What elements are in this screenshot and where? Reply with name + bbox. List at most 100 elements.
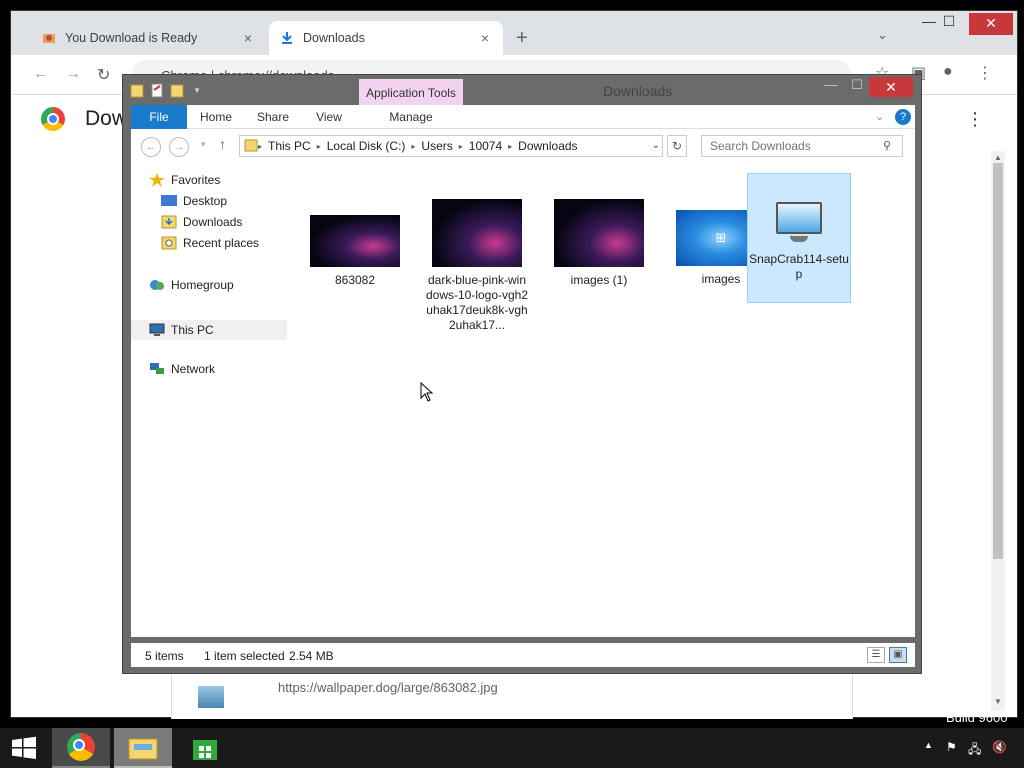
download-url[interactable]: https://wallpaper.dog/large/863082.jpg xyxy=(278,680,498,695)
tab-title: Downloads xyxy=(303,31,365,45)
window-title: Downloads xyxy=(603,83,673,99)
address-bar-row: ← → ▾ ↑ ▸ This PC ▸ Local Disk (C:) ▸ Us… xyxy=(131,129,915,163)
file-name: SnapCrab114-setup xyxy=(749,252,849,281)
application-tools-label: Application Tools xyxy=(359,79,463,107)
forward-icon[interactable]: → xyxy=(169,137,189,157)
nav-desktop[interactable]: Desktop xyxy=(161,194,227,208)
nav-downloads[interactable]: Downloads xyxy=(161,215,242,229)
maximize-icon[interactable]: ☐ xyxy=(845,77,869,93)
more-icon[interactable]: ⋮ xyxy=(966,109,984,130)
qat-dropdown-icon[interactable]: ▾ xyxy=(189,81,205,99)
address-dropdown-icon[interactable]: ⌄ xyxy=(652,140,660,151)
download-item[interactable]: https://wallpaper.dog/large/863082.jpg xyxy=(171,671,853,719)
nav-recent-places[interactable]: Recent places xyxy=(161,236,259,250)
address-input[interactable]: ▸ This PC ▸ Local Disk (C:) ▸ Users ▸ 10… xyxy=(239,135,663,157)
breadcrumb-this-pc[interactable]: This PC xyxy=(262,139,317,153)
download-icon xyxy=(279,30,295,46)
file-name: 863082 xyxy=(334,273,376,287)
close-icon[interactable]: ✕ xyxy=(969,13,1013,35)
tab-view[interactable]: View xyxy=(305,105,353,129)
image-thumbnail xyxy=(554,199,644,267)
scrollbar-thumb[interactable] xyxy=(993,163,1003,559)
new-tab-button[interactable]: + xyxy=(516,27,528,50)
tab-manage[interactable]: Manage xyxy=(359,105,463,129)
maximize-icon[interactable]: ☐ xyxy=(931,13,967,30)
properties-icon[interactable] xyxy=(149,81,165,99)
chrome-scrollbar[interactable]: ▲ ▼ xyxy=(991,151,1005,711)
installer-icon xyxy=(774,202,824,246)
start-icon[interactable] xyxy=(10,736,38,760)
breadcrumb-downloads[interactable]: Downloads xyxy=(512,139,583,153)
tab-file[interactable]: File xyxy=(131,105,187,129)
tab-search-icon[interactable]: ⌄ xyxy=(877,27,888,43)
action-center-flag-icon[interactable]: ⚑ xyxy=(946,740,957,754)
explorer-window: ▾ Application Tools Downloads — ☐ ✕ File… xyxy=(122,74,922,674)
build-watermark: Build 9600 xyxy=(946,710,1008,725)
chrome-logo-icon xyxy=(67,733,95,761)
taskbar: ▲ ⚑ 🖧 🔇 xyxy=(0,728,1024,768)
tab-downloads[interactable]: Downloads × xyxy=(269,21,503,55)
breadcrumb-local-disk[interactable]: Local Disk (C:) xyxy=(321,139,412,153)
file-explorer-icon xyxy=(128,738,158,760)
nav-network[interactable]: Network xyxy=(149,362,215,376)
close-button[interactable]: ✕ xyxy=(869,77,913,97)
scroll-down-icon[interactable]: ▼ xyxy=(994,697,1002,706)
large-icons-view-icon[interactable]: ▣ xyxy=(889,647,907,663)
search-input[interactable] xyxy=(701,135,903,157)
breadcrumb-user-folder[interactable]: 10074 xyxy=(463,139,508,153)
desktop-icon xyxy=(161,194,177,208)
file-item-863082[interactable]: 863082 xyxy=(303,199,407,288)
tab-download-ready[interactable]: You Download is Ready × xyxy=(31,21,266,55)
tab-close-icon[interactable]: × xyxy=(477,30,493,46)
recent-locations-icon[interactable]: ▾ xyxy=(201,139,206,150)
nav-this-pc[interactable]: This PC xyxy=(131,320,287,340)
refresh-icon[interactable]: ↻ xyxy=(667,135,687,157)
help-icon[interactable]: ? xyxy=(895,109,911,125)
store-icon xyxy=(193,740,217,760)
taskbar-store[interactable] xyxy=(176,728,234,768)
reload-icon[interactable]: ↻ xyxy=(97,65,110,85)
profile-icon[interactable]: ● xyxy=(943,63,953,81)
back-icon[interactable]: ← xyxy=(141,137,161,157)
minimize-icon[interactable]: — xyxy=(819,77,843,92)
chrome-logo-icon xyxy=(41,107,65,131)
file-item-images-1[interactable]: images (1) xyxy=(547,199,651,288)
file-list: 863082 dark-blue-pink-windows-10-logo-vg… xyxy=(291,163,915,637)
nav-homegroup[interactable]: Homegroup xyxy=(149,278,234,292)
nav-favorites[interactable]: Favorites xyxy=(149,173,220,187)
menu-icon[interactable]: ⋮ xyxy=(977,63,993,83)
up-icon[interactable]: ↑ xyxy=(219,136,226,152)
selection-size: 2.54 MB xyxy=(289,649,334,663)
taskbar-chrome[interactable] xyxy=(52,728,110,768)
volume-muted-icon[interactable]: 🔇 xyxy=(992,740,1007,754)
folder-icon xyxy=(244,138,258,155)
file-item-snapcrab-setup[interactable]: SnapCrab114-setup xyxy=(747,173,851,303)
star-icon xyxy=(149,173,165,187)
computer-icon xyxy=(149,323,165,337)
tab-share[interactable]: Share xyxy=(247,105,299,129)
new-folder-icon[interactable] xyxy=(169,81,185,99)
breadcrumb-users[interactable]: Users xyxy=(415,139,458,153)
scroll-up-icon[interactable]: ▲ xyxy=(994,153,1002,162)
details-view-icon[interactable]: ☰ xyxy=(867,647,885,663)
taskbar-file-explorer[interactable] xyxy=(114,728,172,768)
tab-title: You Download is Ready xyxy=(65,31,198,45)
file-name: dark-blue-pink-windows-10-logo-vgh2uhak1… xyxy=(425,273,529,332)
expand-ribbon-icon[interactable]: ⌄ xyxy=(875,110,884,123)
tab-home[interactable]: Home xyxy=(191,105,241,129)
file-name: images (1) xyxy=(570,273,628,287)
file-item-dark-blue-pink[interactable]: dark-blue-pink-windows-10-logo-vgh2uhak1… xyxy=(425,199,529,333)
image-thumbnail xyxy=(310,215,400,267)
mouse-cursor-icon xyxy=(420,382,434,402)
selection-count: 1 item selected xyxy=(204,649,285,663)
network-icon xyxy=(149,362,165,376)
show-hidden-icons-icon[interactable]: ▲ xyxy=(924,740,933,750)
tab-close-icon[interactable]: × xyxy=(240,30,256,46)
item-count: 5 items xyxy=(145,649,184,663)
network-tray-icon[interactable]: 🖧 xyxy=(968,740,981,761)
explorer-titlebar: ▾ Application Tools Downloads — ☐ ✕ xyxy=(123,75,921,107)
back-icon[interactable]: ← xyxy=(33,65,49,83)
quick-access-toolbar: ▾ xyxy=(129,81,205,99)
forward-icon[interactable]: → xyxy=(65,65,81,83)
tab-strip: You Download is Ready × Downloads × + ⌄ … xyxy=(11,11,1017,55)
